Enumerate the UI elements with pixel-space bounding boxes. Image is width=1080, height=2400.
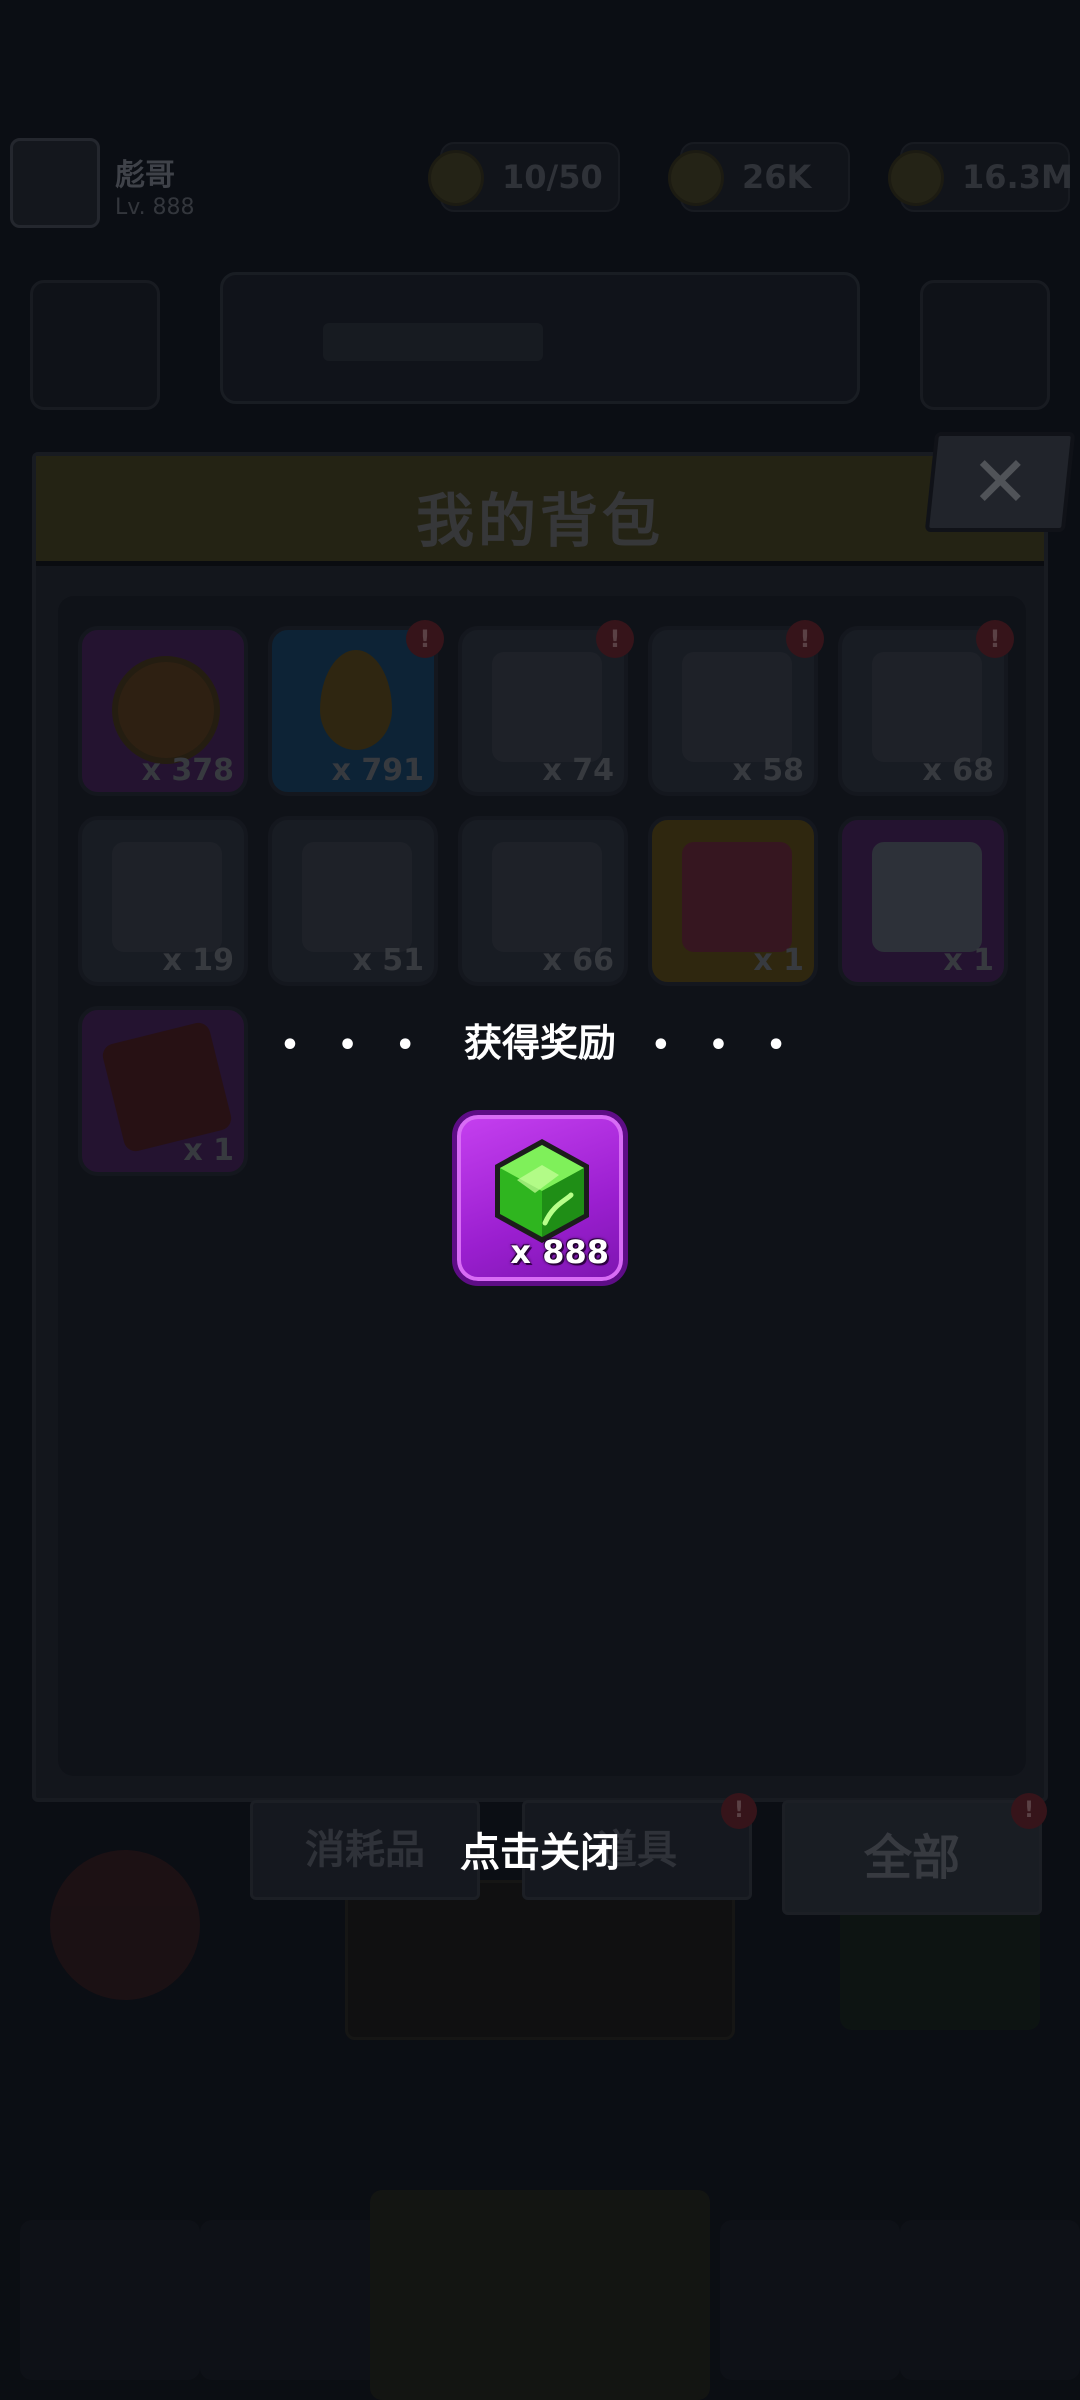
tap-to-close[interactable]: 点击关闭 [0,1820,1080,1878]
reward-item[interactable]: x 888 [452,1110,628,1286]
inventory-slot: x 66 [458,816,628,986]
necklace-scroll-icon [872,652,982,762]
item-count: x 68 [922,753,994,788]
gold-value: 26K [742,158,812,196]
coins-resource: 16.3M [888,142,1073,212]
alert-badge: ! [596,620,634,658]
inventory-slot: x 51 [268,816,438,986]
item-count: x 51 [352,943,424,978]
close-icon: ✕ [970,441,1030,523]
panel-title: 我的背包 [415,487,664,555]
belt-scroll-icon [112,842,222,952]
nav-tab-equipment [200,2220,380,2380]
nav-tab-settings [900,2220,1080,2380]
gold-chest-icon [682,842,792,952]
item-count: x 19 [162,943,234,978]
nav-tab-shop [20,2220,200,2380]
energy-value: 10/50 [502,158,603,196]
item-count: x 74 [542,753,614,788]
energy-resource: 10/50 [428,142,620,212]
reward-count: x 888 [510,1233,609,1271]
inventory-slot: x 19 [78,816,248,986]
top-status-bar: 彪哥 Lv. 888 10/50 26K 16.3M [0,120,1080,230]
energy-icon [428,150,484,206]
bottom-nav [0,2190,1080,2400]
progress-pill [323,323,543,361]
item-count: x 58 [732,753,804,788]
alert-badge: ! [976,620,1014,658]
boot-scroll-icon [492,842,602,952]
inventory-slot: x 378 [78,626,248,796]
alert-badge: ! [406,620,444,658]
progress-bar-panel [220,272,860,404]
player-level: Lv. 888 [115,195,195,220]
avatar [10,138,100,228]
coin-icon [888,150,944,206]
decor-dots-right: • • • [651,1028,800,1063]
item-count: x 791 [331,753,424,788]
panel-header: 我的背包 [36,456,1044,566]
close-button: ✕ [924,432,1076,532]
purple-chest-icon [872,842,982,952]
inventory-slot: x 58 ! [648,620,824,796]
reward-title: 获得奖励 [463,1021,616,1065]
menu-button [30,280,160,410]
item-count: x 1 [753,943,804,978]
inventory-slot: x 791 ! [268,620,444,796]
glove-scroll-icon [302,842,412,952]
item-count: x 66 [542,943,614,978]
green-gem-icon [495,1139,589,1243]
profile-button [920,280,1050,410]
nav-tab-skills [720,2220,900,2380]
item-count: x 1 [183,1133,234,1168]
item-count: x 378 [141,753,234,788]
shirt-scroll-icon [682,652,792,762]
inventory-slot: x 1 [838,816,1008,986]
player-name: 彪哥 [115,158,175,193]
alert-badge: ! [786,620,824,658]
decor-dots-left: • • • [280,1028,429,1063]
reward-header: • • • 获得奖励 • • • [0,1012,1080,1067]
inventory-slot: x 74 ! [458,620,634,796]
inventory-slot: x 1 [648,816,818,986]
item-count: x 1 [943,943,994,978]
nav-tab-battle [370,2190,710,2400]
gold-icon [668,150,724,206]
flame-drop-icon [320,650,392,750]
inventory-slot: x 68 ! [838,620,1014,796]
gold-resource: 26K [668,142,850,212]
gun-scroll-icon [492,652,602,762]
heart-icon [112,656,220,764]
coins-value: 16.3M [962,158,1073,196]
